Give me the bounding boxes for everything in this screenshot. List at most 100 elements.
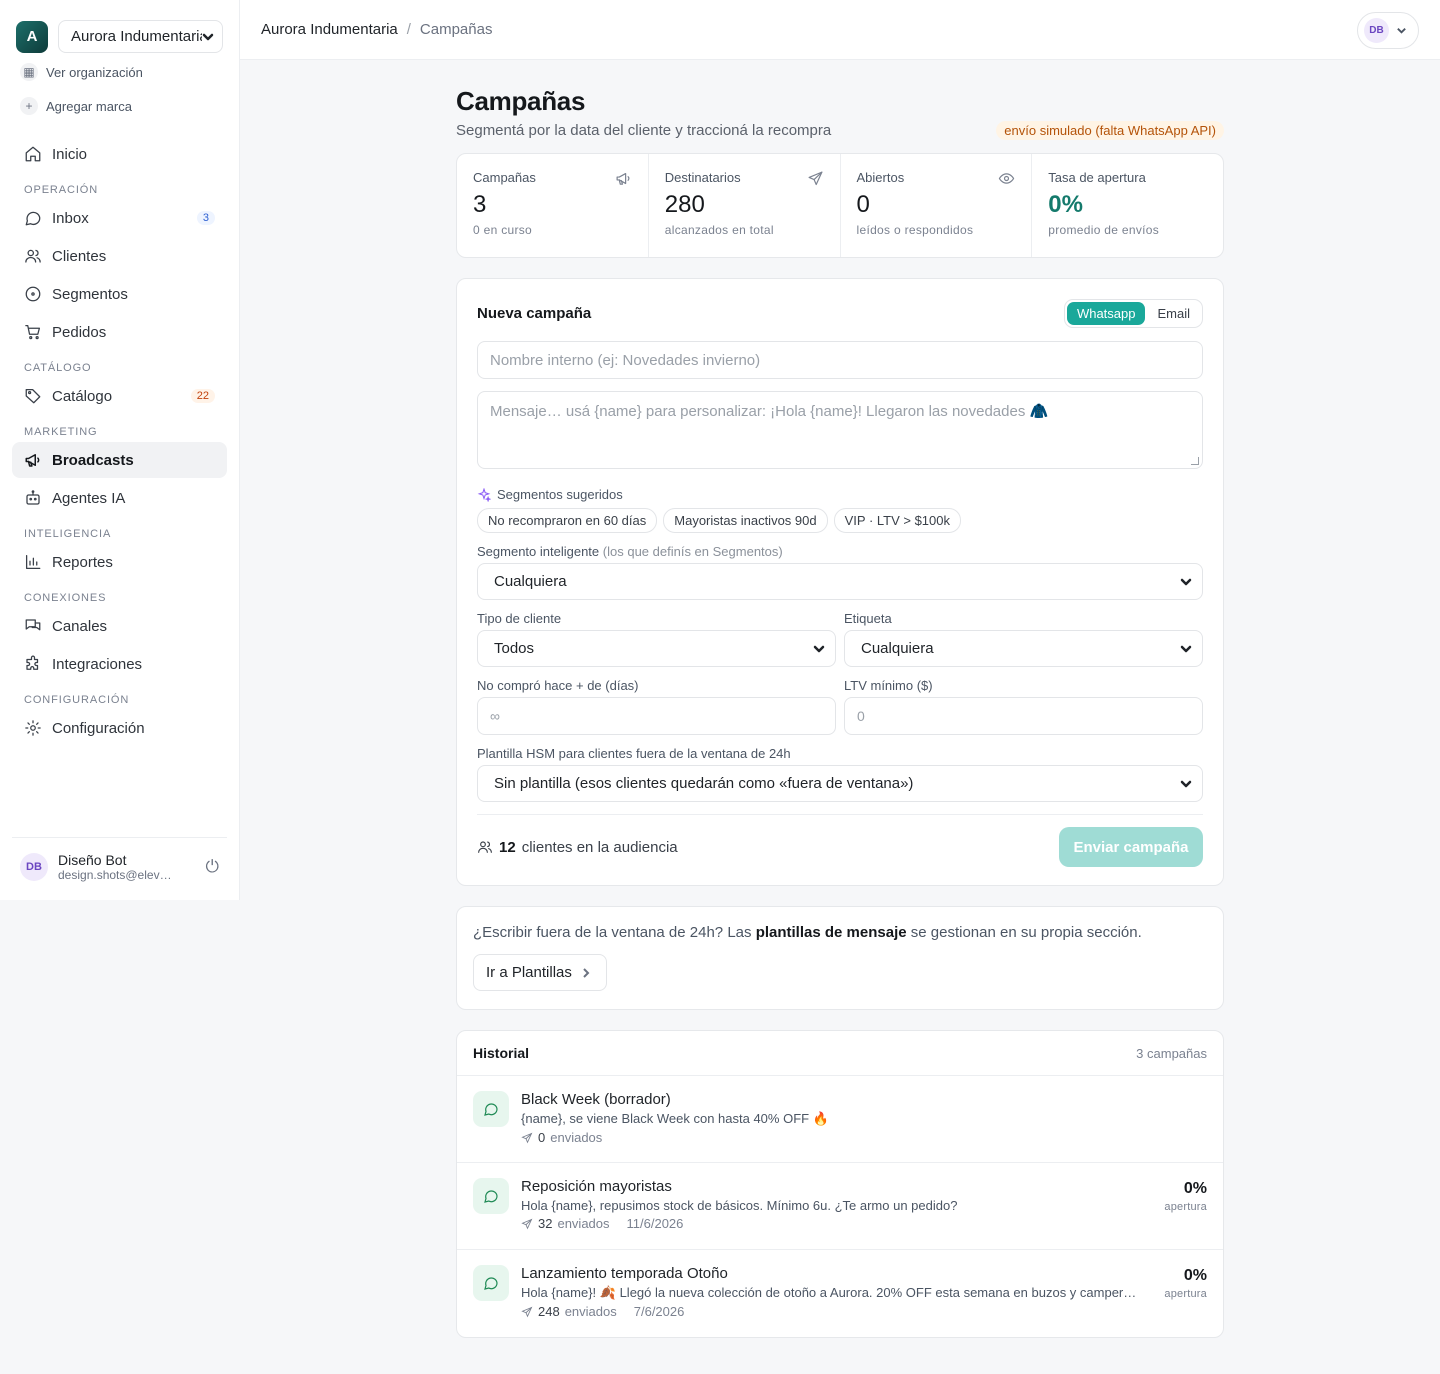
logout-icon[interactable]: ⏻ — [206, 857, 219, 877]
history-row[interactable]: Black Week (borrador) {name}, se viene B… — [457, 1076, 1223, 1163]
org-select[interactable]: Aurora Indumentaria — [58, 20, 223, 53]
sidebar-item-label: Clientes — [52, 247, 107, 265]
days-input[interactable]: ∞ — [477, 697, 836, 735]
sidebar-item-catalogo[interactable]: Catálogo 22 — [12, 378, 227, 414]
open-rate-label: apertura — [1164, 1288, 1207, 1300]
view-organization-link[interactable]: ▦ Ver organización — [20, 63, 143, 81]
campaign-meta: 0 enviados — [521, 1130, 1137, 1145]
open-rate-value: 0% — [1183, 1267, 1207, 1284]
nav-section-operacion: OPERACIÓN — [24, 184, 99, 196]
campaign-message-textarea[interactable]: Mensaje… usá {name} para personalizar: ¡… — [477, 391, 1203, 469]
channel-whatsapp-tab[interactable]: Whatsapp — [1066, 302, 1146, 325]
target-icon — [25, 286, 41, 302]
go-to-templates-label: Ir a Plantillas — [486, 964, 572, 981]
puzzle-icon — [26, 655, 39, 670]
sidebar-item-broadcasts[interactable]: Broadcasts — [12, 442, 227, 478]
sidebar-item-label: Reportes — [52, 553, 113, 571]
sidebar-item-pedidos[interactable]: Pedidos — [12, 314, 227, 350]
sent-count: 248 — [538, 1304, 560, 1319]
sidebar-item-canales[interactable]: Canales — [12, 608, 227, 644]
stat-value: 3 — [473, 191, 487, 218]
sidebar-item-configuracion[interactable]: Configuración — [12, 710, 227, 746]
send-icon — [521, 1218, 533, 1229]
sidebar-item-integraciones[interactable]: Integraciones — [12, 646, 227, 682]
whatsapp-channel-icon — [473, 1091, 509, 1127]
sidebar-item-label: Segmentos — [52, 285, 128, 303]
campaign-name-input[interactable]: Nombre interno (ej: Novedades invierno) — [477, 341, 1203, 379]
go-to-templates-button[interactable]: Ir a Plantillas — [473, 954, 607, 991]
sidebar-item-label: Inicio — [52, 145, 88, 163]
stat-value: 0% — [1048, 191, 1083, 218]
ltv-label: LTV mínimo ($) — [844, 678, 933, 693]
sidebar-item-label: Configuración — [52, 719, 145, 737]
stat-value: 0 — [856, 191, 870, 218]
sidebar-item-inbox[interactable]: Inbox 3 — [12, 200, 227, 236]
campaign-date: 11/6/2026 — [626, 1216, 684, 1231]
history-row[interactable]: Lanzamiento temporada Otoño Hola {name}!… — [457, 1250, 1223, 1337]
campaign-name: Black Week (borrador) — [521, 1091, 671, 1108]
campaign-name: Lanzamiento temporada Otoño — [521, 1265, 728, 1282]
breadcrumb-current: Campañas — [419, 21, 493, 38]
smart-segment-label: Segmento inteligente (los que definís en… — [477, 544, 1203, 559]
hsm-template-select[interactable]: Sin plantilla (esos clientes quedarán co… — [477, 765, 1203, 802]
channel-email-tab[interactable]: Email — [1147, 302, 1200, 325]
whatsapp-channel-icon — [473, 1265, 509, 1301]
send-icon — [808, 171, 822, 186]
campaign-message: Hola {name}! 🍂 Llegó la nueva colección … — [521, 1285, 1137, 1300]
sidebar-item-clientes[interactable]: Clientes — [12, 238, 227, 274]
sent-word: enviados — [557, 1216, 610, 1231]
campaign-meta: 248 enviados 7/6/2026 — [521, 1304, 1137, 1319]
send-campaign-button[interactable]: Enviar campaña — [1059, 827, 1203, 867]
hsm-label: Plantilla HSM para clientes fuera de la … — [477, 746, 791, 761]
stat-label: Campañas — [473, 170, 536, 185]
templates-text: ¿Escribir fuera de la ventana de 24h? La… — [473, 924, 1207, 941]
add-brand-label: Agregar marca — [46, 98, 132, 114]
segment-chip[interactable]: Mayoristas inactivos 90d — [663, 508, 828, 533]
breadcrumb-org[interactable]: Aurora Indumentaria — [261, 21, 398, 38]
chevron-down-icon — [1180, 780, 1192, 787]
stat-sub: alcanzados en total — [664, 223, 774, 237]
sidebar-item-label: Broadcasts — [52, 451, 134, 469]
resize-handle[interactable] — [1191, 457, 1199, 465]
client-type-select[interactable]: Todos — [477, 630, 836, 667]
user-menu-button[interactable]: DB — [1357, 12, 1419, 49]
chevron-down-icon — [1180, 578, 1192, 585]
megaphone-icon — [25, 454, 40, 467]
tag-icon — [25, 388, 41, 404]
stat-value: 280 — [664, 191, 705, 218]
sent-count: 32 — [538, 1216, 553, 1231]
history-row[interactable]: Reposición mayoristas Hola {name}, repus… — [457, 1163, 1223, 1250]
hsm-template-value: Sin plantilla (esos clientes quedarán co… — [494, 775, 914, 792]
sidebar-item-reportes[interactable]: Reportes — [12, 544, 227, 580]
sidebar-item-label: Inbox — [52, 209, 89, 227]
stat-label: Abiertos — [856, 170, 905, 185]
view-organization-label: Ver organización — [46, 64, 143, 80]
nav-section-inteligencia: INTELIGENCIA — [24, 528, 112, 540]
nav-section-configuracion: CONFIGURACIÓN — [24, 694, 130, 706]
sidebar-item-segmentos[interactable]: Segmentos — [12, 276, 227, 312]
segment-chip[interactable]: VIP · LTV > $100k — [833, 508, 961, 533]
add-brand-link[interactable]: + Agregar marca — [20, 97, 132, 115]
segment-chip[interactable]: No recompraron en 60 días — [477, 508, 658, 533]
smart-segment-select[interactable]: Cualquiera — [477, 563, 1203, 600]
org-switcher-row: A Aurora Indumentaria — [16, 20, 223, 53]
sidebar-item-inicio[interactable]: Inicio — [12, 136, 227, 172]
stat-sub: 0 en curso — [473, 223, 533, 237]
nav-section-catalogo: CATÁLOGO — [24, 362, 92, 374]
stat-sub: promedio de envíos — [1048, 223, 1160, 237]
open-rate: 0% apertura — [1164, 1267, 1207, 1300]
tag-select[interactable]: Cualquiera — [844, 630, 1203, 667]
templates-card: ¿Escribir fuera de la ventana de 24h? La… — [456, 906, 1224, 1010]
megaphone-icon — [616, 172, 630, 185]
sidebar: A Aurora Indumentaria ▦ Ver organización… — [0, 0, 240, 900]
templates-text-before: ¿Escribir fuera de la ventana de 24h? La… — [473, 924, 752, 941]
nav-section-conexiones: CONEXIONES — [24, 592, 107, 604]
gear-icon — [25, 720, 41, 736]
sidebar-item-agentes-ia[interactable]: Agentes IA — [12, 480, 227, 516]
org-logo: A — [16, 20, 48, 53]
client-type-tag-row: Tipo de cliente Todos Etiqueta Cualquier… — [477, 600, 1203, 667]
home-icon — [25, 146, 41, 162]
client-type-label: Tipo de cliente — [477, 611, 562, 626]
chevron-down-icon — [202, 33, 214, 40]
ltv-input[interactable]: 0 — [844, 697, 1203, 735]
